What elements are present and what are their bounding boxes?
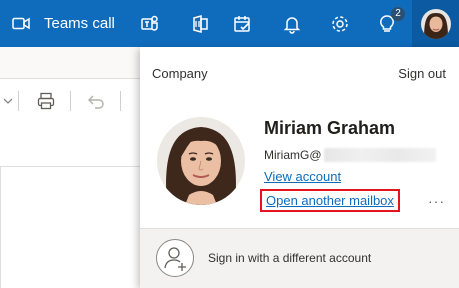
todo-button[interactable] (223, 0, 263, 47)
user-display-name: Miriam Graham (264, 118, 396, 138)
user-email: MiriamG@ (264, 148, 436, 162)
print-icon[interactable] (37, 92, 55, 110)
gear-icon (332, 15, 348, 32)
undo-icon[interactable] (87, 92, 105, 110)
chevron-down-icon[interactable] (3, 97, 13, 105)
task-icon (234, 15, 250, 32)
app-toolbar (0, 78, 140, 124)
tips-button[interactable]: 2 (365, 0, 409, 47)
toolbar-divider (70, 91, 71, 111)
tips-badge: 2 (391, 7, 405, 21)
open-another-mailbox-link[interactable]: Open another mailbox (260, 189, 400, 212)
sign-out-link[interactable]: Sign out (398, 66, 446, 81)
settings-button[interactable] (320, 0, 360, 47)
more-options-button[interactable]: ··· (428, 193, 445, 209)
organization-label: Company (152, 66, 208, 81)
account-manager-button[interactable] (412, 0, 459, 47)
top-bar: Teams call 2 (0, 0, 459, 47)
toolbar-divider (120, 91, 121, 111)
teams-call-label: Teams call (44, 15, 115, 32)
toolbar-divider (18, 91, 19, 111)
teams-chat-button[interactable] (130, 0, 170, 47)
app-ribbon-strip (0, 47, 140, 78)
video-icon (12, 17, 30, 30)
email-redacted (323, 148, 436, 162)
teams-chat-icon (141, 15, 158, 31)
bell-icon (283, 16, 301, 34)
profile-photo (157, 117, 245, 205)
email-prefix: MiriamG@ (264, 148, 322, 162)
view-account-link[interactable]: View account (264, 169, 341, 184)
office-button[interactable] (180, 0, 220, 47)
sign-in-different-account-label: Sign in with a different account (208, 251, 372, 265)
sign-in-different-account-button[interactable]: Sign in with a different account (140, 229, 459, 288)
notifications-button[interactable] (272, 0, 312, 47)
app-document-area (0, 123, 140, 288)
avatar (420, 8, 451, 39)
account-flyout: Company Sign out Miriam Graham MiriamG@ … (140, 47, 459, 288)
add-person-icon (156, 239, 194, 277)
teams-call-button[interactable]: Teams call (0, 0, 130, 47)
office-icon (193, 14, 208, 33)
